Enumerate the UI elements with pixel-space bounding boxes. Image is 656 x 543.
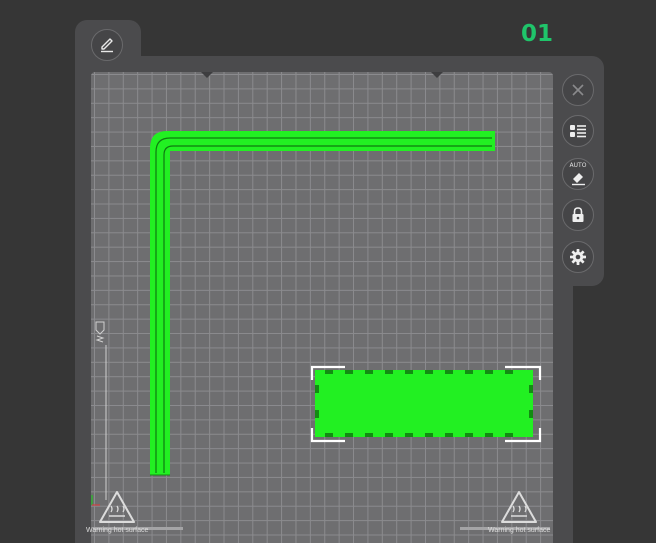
hot-surface-warning-text: Warning hot surface (86, 527, 149, 534)
lock-button[interactable] (562, 199, 594, 231)
close-plate-button[interactable] (562, 74, 594, 106)
hot-surface-warning-icon (501, 491, 537, 523)
object-list-button[interactable] (562, 115, 594, 147)
hot-surface-warning-text: Warning hot surface (488, 527, 551, 534)
z-axis-indicator (95, 321, 107, 500)
plate-models (91, 131, 542, 506)
gear-icon (570, 249, 586, 265)
close-icon (572, 84, 584, 96)
auto-label: AUTO (569, 162, 587, 169)
model-block-selected[interactable] (310, 365, 542, 443)
plate-settings-button[interactable] (562, 241, 594, 273)
hot-surface-warning-right: Warning hot surface (488, 490, 550, 534)
auto-orient-button[interactable]: AUTO (562, 158, 594, 190)
lock-icon (572, 207, 584, 222)
hot-surface-warning-icon (99, 491, 135, 523)
list-icon (570, 125, 586, 138)
hot-surface-warning-left: Warning hot surface (86, 490, 148, 534)
auto-eraser-icon (572, 173, 585, 186)
